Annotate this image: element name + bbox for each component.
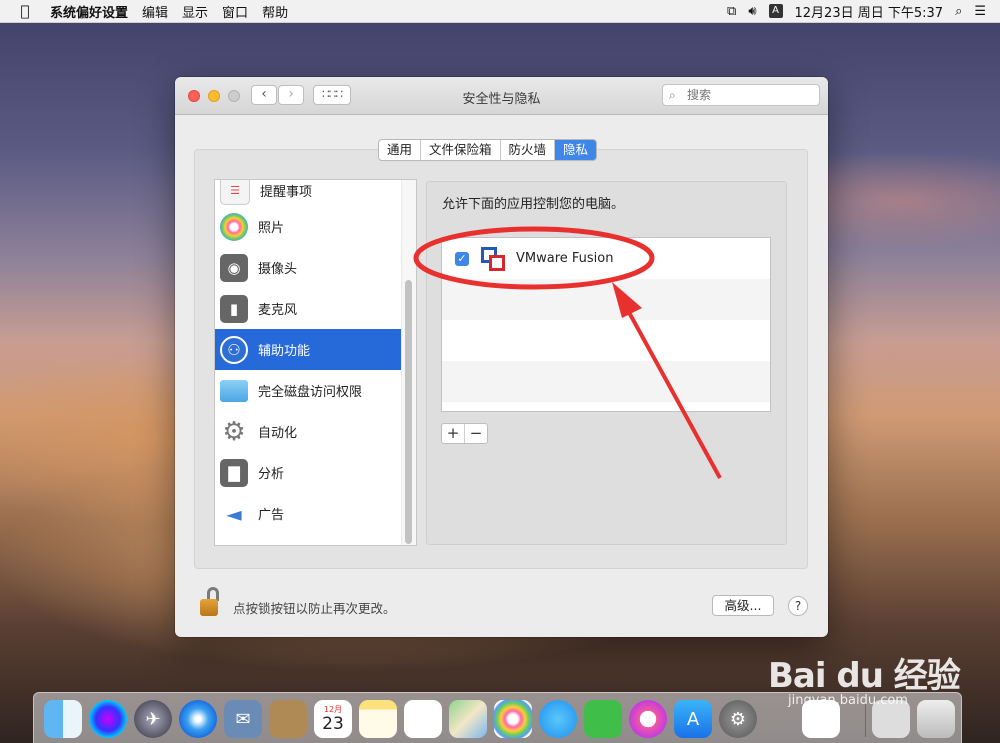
search-field[interactable]: ⌕	[662, 84, 820, 106]
status-area: ⧉ 🔊︎ A 12月23日 周日 下午5:37 ⌕ ☰	[727, 2, 986, 21]
menu-app-name[interactable]: 系统偏好设置	[50, 2, 128, 21]
calendar-icon[interactable]: 12月 23	[314, 700, 352, 738]
pane-description: 允许下面的应用控制您的电脑。	[442, 197, 625, 212]
category-label: 分析	[258, 467, 285, 482]
trash-icon[interactable]	[917, 700, 955, 738]
gear-icon: ⚙	[222, 416, 246, 447]
search-input[interactable]	[685, 88, 809, 102]
menu-help[interactable]: 帮助	[262, 2, 288, 21]
siri-icon[interactable]	[89, 700, 127, 738]
tab-filevault[interactable]: 文件保险箱	[421, 140, 501, 160]
category-photos[interactable]: 照片	[215, 206, 416, 247]
menu-window[interactable]: 窗口	[222, 2, 248, 21]
reminders-dock-icon[interactable]	[404, 700, 442, 738]
system-preferences-icon[interactable]: ⚙	[719, 700, 757, 738]
category-reminders[interactable]: ☰ 提醒事项	[215, 180, 416, 206]
category-camera[interactable]: ◉ 摄像头	[215, 247, 416, 288]
app-list[interactable]: ✓ VMware Fusion	[441, 237, 771, 412]
camera-icon: ◉	[220, 253, 248, 282]
add-app-button[interactable]: +	[442, 424, 465, 443]
checkmark-icon: ✓	[457, 251, 467, 265]
app-store-icon[interactable]: A	[674, 700, 712, 738]
category-microphone[interactable]: ▮ 麦克风	[215, 288, 416, 329]
category-label: 照片	[258, 221, 285, 236]
list-row-empty	[442, 361, 770, 402]
contacts-icon[interactable]	[269, 700, 307, 738]
help-button[interactable]: ?	[788, 596, 808, 616]
safari-icon[interactable]	[179, 700, 217, 738]
accessibility-icon: ⚇	[220, 335, 248, 364]
category-automation[interactable]: ⚙ 自动化	[215, 411, 416, 452]
spotlight-search-icon[interactable]: ⌕	[955, 4, 962, 19]
vmware-fusion-icon	[479, 245, 507, 273]
menu-bar:  系统偏好设置 编辑 显示 窗口 帮助 ⧉ 🔊︎ A 12月23日 周日 下午…	[0, 0, 1000, 23]
megaphone-icon: ◄	[226, 501, 242, 526]
category-label: 摄像头	[258, 262, 298, 277]
app-checkbox[interactable]: ✓	[455, 251, 469, 266]
search-icon: ⌕	[669, 87, 676, 102]
apple-menu-icon[interactable]: 	[14, 2, 36, 20]
tab-general[interactable]: 通用	[379, 140, 422, 160]
facetime-icon[interactable]	[584, 700, 622, 738]
baidu-watermark-url: jingyan.baidu.com	[788, 693, 908, 708]
messages-icon[interactable]	[539, 700, 577, 738]
security-privacy-window: ‹ › ∷∷∷ 安全性与隐私 ⌕ 通用 文件保险箱 防火墙 隐私 ☰ 提醒事项 …	[175, 77, 828, 637]
clock[interactable]: 12月23日 周日 下午5:37	[795, 2, 944, 21]
app-name: VMware Fusion	[516, 251, 614, 266]
category-label: 完全磁盘访问权限	[258, 385, 363, 400]
category-label: 自动化	[258, 426, 298, 441]
launchpad-icon[interactable]: ✈	[134, 700, 172, 738]
folder-icon	[220, 379, 248, 402]
notes-icon[interactable]	[359, 700, 397, 738]
category-label: 提醒事项	[260, 184, 313, 200]
category-advertising[interactable]: ◄ 广告	[215, 493, 416, 534]
tab-privacy[interactable]: 隐私	[555, 140, 597, 160]
app-row-vmware-fusion[interactable]: ✓ VMware Fusion	[442, 238, 770, 279]
notification-center-icon[interactable]: ☰	[974, 4, 986, 19]
maps-icon[interactable]	[449, 700, 487, 738]
reminders-icon: ☰	[220, 180, 250, 205]
title-bar[interactable]: ‹ › ∷∷∷ 安全性与隐私 ⌕	[175, 77, 828, 115]
list-row-empty	[442, 320, 770, 361]
advanced-button[interactable]: 高级...	[712, 595, 774, 616]
itunes-icon[interactable]: ♫	[629, 700, 667, 738]
microphone-icon: ▮	[220, 294, 248, 323]
privacy-category-list[interactable]: ☰ 提醒事项 照片 ◉ 摄像头 ▮ 麦克风 ⚇ 辅助功能 完全磁盘访问权限 ⚙ …	[214, 179, 417, 546]
category-label: 辅助功能	[258, 344, 311, 359]
category-label: 麦克风	[258, 303, 298, 318]
tab-firewall[interactable]: 防火墙	[501, 140, 556, 160]
category-full-disk-access[interactable]: 完全磁盘访问权限	[215, 370, 416, 411]
calendar-month: 12月	[323, 704, 343, 714]
category-analytics[interactable]: ▇ 分析	[215, 452, 416, 493]
finder-icon[interactable]	[44, 700, 82, 738]
photos-icon	[220, 212, 248, 241]
menu-view[interactable]: 显示	[182, 2, 208, 21]
lock-hint: 点按锁按钮以防止再次更改。	[233, 601, 396, 616]
mail-icon[interactable]: ✉	[224, 700, 262, 738]
lock-icon[interactable]	[196, 586, 226, 618]
tab-bar: 通用 文件保险箱 防火墙 隐私	[378, 139, 598, 161]
volume-icon[interactable]: 🔊︎	[748, 4, 756, 19]
category-accessibility[interactable]: ⚇ 辅助功能	[215, 329, 401, 370]
menu-edit[interactable]: 编辑	[142, 2, 168, 21]
add-remove-buttons: + −	[441, 423, 488, 444]
calendar-day: 23	[322, 713, 344, 734]
analytics-icon: ▇	[220, 458, 248, 487]
photos-dock-icon[interactable]	[494, 700, 532, 738]
input-method-icon[interactable]: A	[768, 4, 783, 18]
screen-mirror-icon[interactable]: ⧉	[727, 4, 736, 19]
category-scrollbar-thumb[interactable]	[405, 280, 412, 544]
list-row-empty	[442, 279, 770, 320]
baidu-watermark: Bai du 经验	[768, 656, 961, 696]
category-label: 广告	[258, 508, 285, 523]
remove-app-button[interactable]: −	[465, 424, 487, 443]
